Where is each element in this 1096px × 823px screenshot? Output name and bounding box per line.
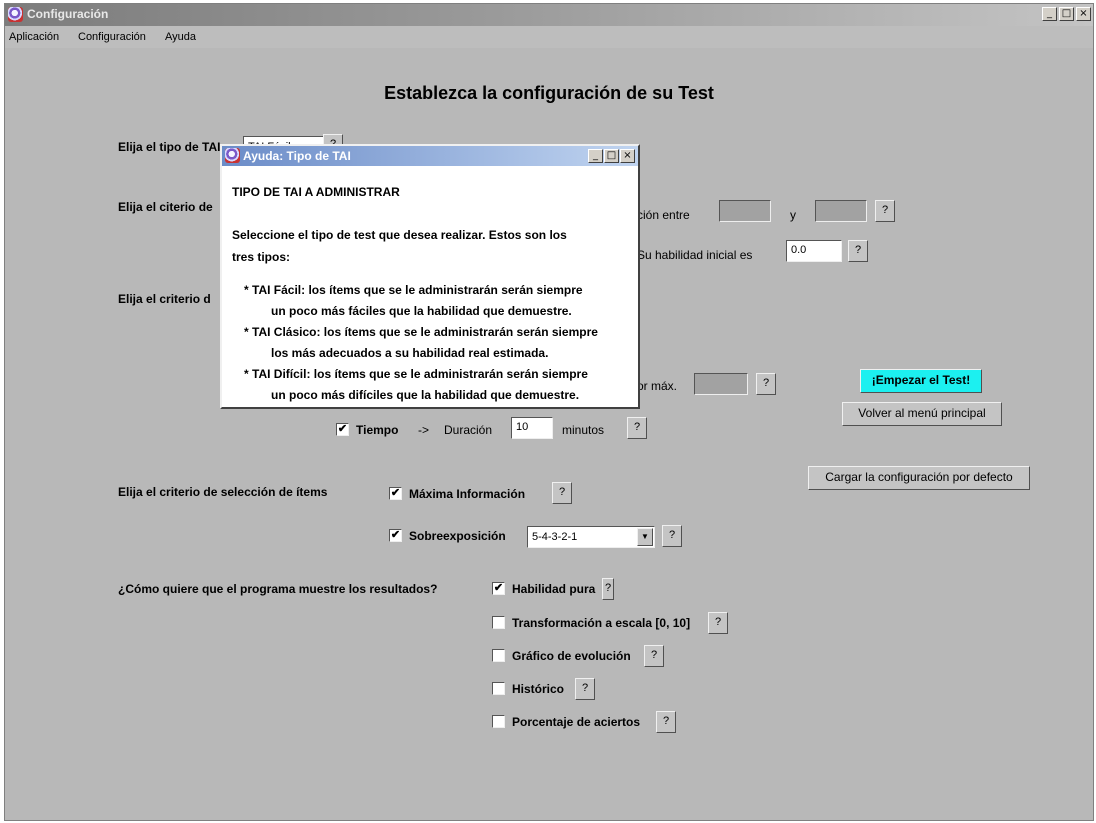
overexposure-label: Sobreexposición xyxy=(409,529,506,543)
help-dialog: Ayuda: Tipo de TAI _ □ × TIPO DE TAI A A… xyxy=(220,144,640,409)
page-title: Establezca la configuración de su Test xyxy=(384,83,714,103)
estimation-criteria-label: Elija el citerio de xyxy=(118,200,213,214)
close-button[interactable]: × xyxy=(1076,7,1091,21)
tai-type-label: Elija el tipo de TAI xyxy=(118,140,221,154)
scale-transform-help-button[interactable]: ? xyxy=(708,612,728,634)
maximize-button[interactable]: □ xyxy=(1059,7,1074,21)
dialog-body: TIPO DE TAI A ADMINISTRAR Seleccione el … xyxy=(222,166,638,407)
pure-ability-help-button[interactable]: ? xyxy=(602,578,614,600)
history-help-button[interactable]: ? xyxy=(575,678,595,700)
dialog-bullet-easy-cont: un poco más fáciles que la habilidad que… xyxy=(271,304,572,318)
duration-label: Duración xyxy=(444,423,493,437)
dialog-bullet-classic-cont: los más adecuados a su habilidad real es… xyxy=(271,346,549,360)
overexposure-checkbox[interactable]: ✔ xyxy=(389,529,402,542)
evolution-chart-help-button[interactable]: ? xyxy=(644,645,664,667)
start-test-button[interactable]: ¡Empezar el Test! xyxy=(860,369,982,393)
pure-ability-label: Habilidad pura xyxy=(512,582,596,596)
stop-criteria-label: Elija el criterio d xyxy=(118,292,211,306)
initial-ability-label: Su habilidad inicial es xyxy=(637,248,753,262)
max-items-help-button[interactable]: ? xyxy=(756,373,776,395)
dialog-intro-line-1: Seleccione el tipo de test que desea rea… xyxy=(232,228,567,242)
minimize-button[interactable]: _ xyxy=(1042,7,1057,21)
back-to-main-menu-button[interactable]: Volver al menú principal xyxy=(842,402,1002,426)
menu-bar: Aplicación Configuración Ayuda xyxy=(5,26,1093,48)
menu-aplicacion[interactable]: Aplicación xyxy=(9,31,59,43)
dialog-heading: TIPO DE TAI A ADMINISTRAR xyxy=(232,185,400,199)
hit-percentage-help-button[interactable]: ? xyxy=(656,711,676,733)
title-bar[interactable]: Configuración _ □ × xyxy=(5,4,1093,26)
dialog-title-bar[interactable]: Ayuda: Tipo de TAI _ □ × xyxy=(222,146,638,166)
load-defaults-button[interactable]: Cargar la configuración por defecto xyxy=(808,466,1030,490)
dialog-window-controls: _ □ × xyxy=(588,149,635,163)
overexposure-select[interactable]: 5-4-3-2-1 ▼ xyxy=(527,526,655,548)
overexposure-help-button[interactable]: ? xyxy=(662,525,682,547)
dialog-title: Ayuda: Tipo de TAI xyxy=(243,149,351,163)
dialog-minimize-button[interactable]: _ xyxy=(588,149,603,163)
hit-percentage-checkbox[interactable] xyxy=(492,715,505,728)
max-items-label: or máx. xyxy=(637,379,678,393)
java-app-icon xyxy=(8,7,23,22)
evolution-chart-label: Gráfico de evolución xyxy=(512,649,631,663)
hit-percentage-label: Porcentaje de aciertos xyxy=(512,715,641,729)
range-max-field[interactable] xyxy=(815,200,867,222)
range-and-label: y xyxy=(790,208,796,222)
initial-ability-help-button[interactable]: ? xyxy=(848,240,868,262)
scale-transform-label: Transformación a escala [0, 10] xyxy=(512,616,691,630)
range-between-label: ción entre xyxy=(637,208,690,222)
item-selection-label: Elija el criterio de selección de ítems xyxy=(118,485,328,499)
java-app-icon xyxy=(225,148,240,163)
main-window: Configuración _ □ × Aplicación Configura… xyxy=(4,3,1094,821)
dialog-bullet-hard: * TAI Difícil: los ítems que se le admin… xyxy=(244,367,588,381)
history-label: Histórico xyxy=(512,682,565,696)
menu-ayuda[interactable]: Ayuda xyxy=(165,31,196,43)
time-arrow-text: -> xyxy=(418,423,430,437)
max-info-help-button[interactable]: ? xyxy=(552,482,572,504)
window-title: Configuración xyxy=(27,7,109,21)
dialog-maximize-button[interactable]: □ xyxy=(604,149,619,163)
menu-configuracion[interactable]: Configuración xyxy=(78,31,146,43)
pure-ability-checkbox[interactable]: ✔ xyxy=(492,582,505,595)
time-help-button[interactable]: ? xyxy=(627,417,647,439)
window-controls: _ □ × xyxy=(1042,7,1091,21)
chevron-down-icon[interactable]: ▼ xyxy=(637,528,653,546)
max-info-checkbox[interactable]: ✔ xyxy=(389,487,402,500)
dialog-close-button[interactable]: × xyxy=(620,149,635,163)
dialog-bullet-easy: * TAI Fácil: los ítems que se le adminis… xyxy=(244,283,583,297)
scale-transform-checkbox[interactable] xyxy=(492,616,505,629)
overexposure-value: 5-4-3-2-1 xyxy=(532,531,578,543)
range-help-button[interactable]: ? xyxy=(875,200,895,222)
max-info-label: Máxima Información xyxy=(409,487,526,501)
initial-ability-field[interactable]: 0.0 xyxy=(786,240,842,262)
dialog-bullet-hard-cont: un poco más difíciles que la habilidad q… xyxy=(271,388,580,402)
duration-field[interactable]: 10 xyxy=(511,417,553,439)
dialog-bullet-classic: * TAI Clásico: los ítems que se le admin… xyxy=(244,325,598,339)
dialog-intro-line-2: tres tipos: xyxy=(232,250,291,264)
minutes-label: minutos xyxy=(562,423,605,437)
range-min-field[interactable] xyxy=(719,200,771,222)
evolution-chart-checkbox[interactable] xyxy=(492,649,505,662)
history-checkbox[interactable] xyxy=(492,682,505,695)
time-checkbox[interactable]: ✔ xyxy=(336,423,349,436)
max-items-field[interactable] xyxy=(694,373,748,395)
results-label: ¿Cómo quiere que el programa muestre los… xyxy=(118,582,438,596)
time-label: Tiempo xyxy=(356,423,399,437)
